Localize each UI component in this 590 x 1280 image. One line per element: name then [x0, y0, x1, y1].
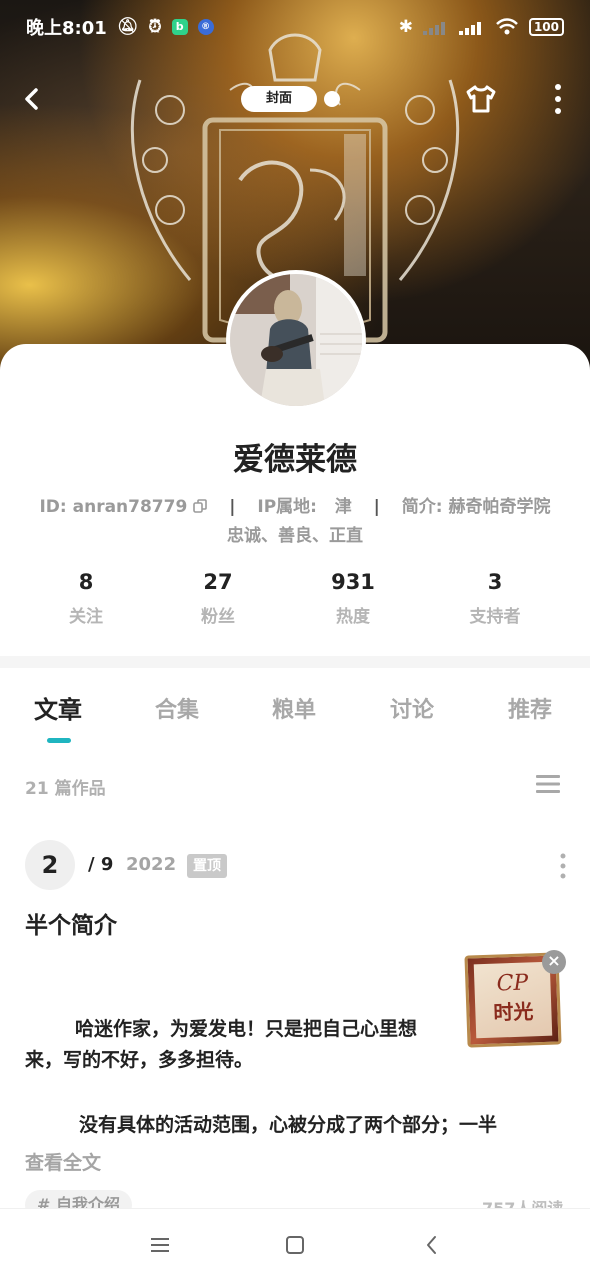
shirt-icon[interactable]: [464, 84, 498, 114]
promo-line-2: 时光: [493, 999, 534, 1025]
bio-line-2: 忠诚、善良、正直: [227, 526, 363, 546]
promo-line-1: CP: [496, 970, 529, 997]
article-date-month: / 9: [88, 854, 114, 875]
bio-line-1: 赫奇帕奇学院: [448, 497, 551, 517]
menu-icon[interactable]: [148, 1233, 172, 1257]
copy-icon[interactable]: [193, 499, 208, 513]
tab-discussion[interactable]: 讨论: [390, 692, 434, 724]
status-bar: 晚上8:01 🔕︎ ⏰︎ b ® ✱ 100: [0, 0, 590, 54]
tab-articles[interactable]: 文章: [34, 690, 82, 725]
stat-followers[interactable]: 27 粉丝: [163, 570, 273, 627]
top-nav: 封面: [0, 76, 590, 122]
stat-label: 热度: [336, 607, 370, 627]
user-id: ID: anran78779: [39, 497, 188, 517]
article-more-icon[interactable]: [557, 852, 569, 880]
back-nav-icon[interactable]: [420, 1233, 444, 1257]
content-tabs: 文章 合集 粮单 讨论 推荐: [0, 690, 590, 750]
read-more-link[interactable]: 查看全文: [25, 1148, 101, 1175]
ip-value: 津: [334, 497, 352, 517]
profile-name: 爱德莱德: [233, 442, 357, 478]
stat-value: 3: [487, 570, 503, 594]
avatar[interactable]: [226, 270, 366, 410]
stat-label: 粉丝: [201, 607, 235, 627]
works-count: 21 篇作品: [25, 779, 106, 799]
cover-indicator-dot: [324, 91, 340, 107]
bluetooth-icon: ✱: [398, 17, 413, 37]
profile-stats: 8 关注 27 粉丝 931 热度 3 支持者: [0, 570, 590, 630]
signal-weak-icon: [422, 22, 445, 35]
stat-value: 8: [78, 570, 94, 594]
signal-icon: [458, 22, 481, 35]
stat-popularity[interactable]: 931 热度: [298, 570, 408, 627]
active-tab-indicator: [47, 738, 71, 743]
back-icon[interactable]: [18, 84, 46, 114]
floating-promo-content: CP 时光: [473, 961, 553, 1039]
stat-label: 支持者: [469, 607, 521, 627]
app-notification-icon: b: [171, 19, 188, 35]
app-notification-icon-2: ®: [197, 19, 214, 35]
tab-grain-list[interactable]: 粮单: [272, 692, 316, 724]
more-vertical-icon[interactable]: [548, 82, 568, 116]
pinned-badge: 置顶: [187, 854, 227, 878]
mute-icon: 🔕︎: [116, 17, 139, 37]
close-icon[interactable]: ×: [542, 950, 566, 974]
article-date-year: 2022: [126, 854, 177, 875]
system-navigation-bar: [0, 1208, 590, 1280]
avatar-photo: [230, 274, 362, 406]
stat-supporters[interactable]: 3 支持者: [440, 570, 550, 627]
article-paragraph: 没有具体的活动范围，心被分成了两个部分；一半: [79, 1114, 498, 1136]
stat-value: 27: [203, 570, 233, 594]
bio-label: 简介:: [401, 497, 443, 517]
tab-collections[interactable]: 合集: [155, 692, 199, 724]
meta-separator: |: [373, 497, 380, 517]
clock: 晚上8:01: [26, 18, 107, 39]
home-icon[interactable]: [283, 1233, 307, 1257]
profile-meta: ID: anran78779 | IP属地: 津 | 简介: 赫奇帕奇学院: [0, 492, 590, 517]
wifi-icon: [496, 18, 518, 35]
meta-separator: |: [229, 497, 236, 517]
alarm-icon: ⏰︎: [148, 17, 162, 37]
section-divider: [0, 656, 590, 668]
stat-following[interactable]: 8 关注: [31, 570, 141, 627]
stat-value: 931: [331, 570, 375, 594]
list-view-icon[interactable]: [535, 773, 561, 795]
battery-indicator: 100: [528, 18, 564, 36]
article-date-day: 2: [25, 840, 75, 890]
cover-button[interactable]: 封面: [241, 86, 317, 112]
stat-label: 关注: [69, 607, 103, 627]
ip-label: IP属地:: [257, 497, 317, 517]
tab-recommended[interactable]: 推荐: [508, 692, 552, 724]
article-title[interactable]: 半个简介: [25, 906, 117, 940]
